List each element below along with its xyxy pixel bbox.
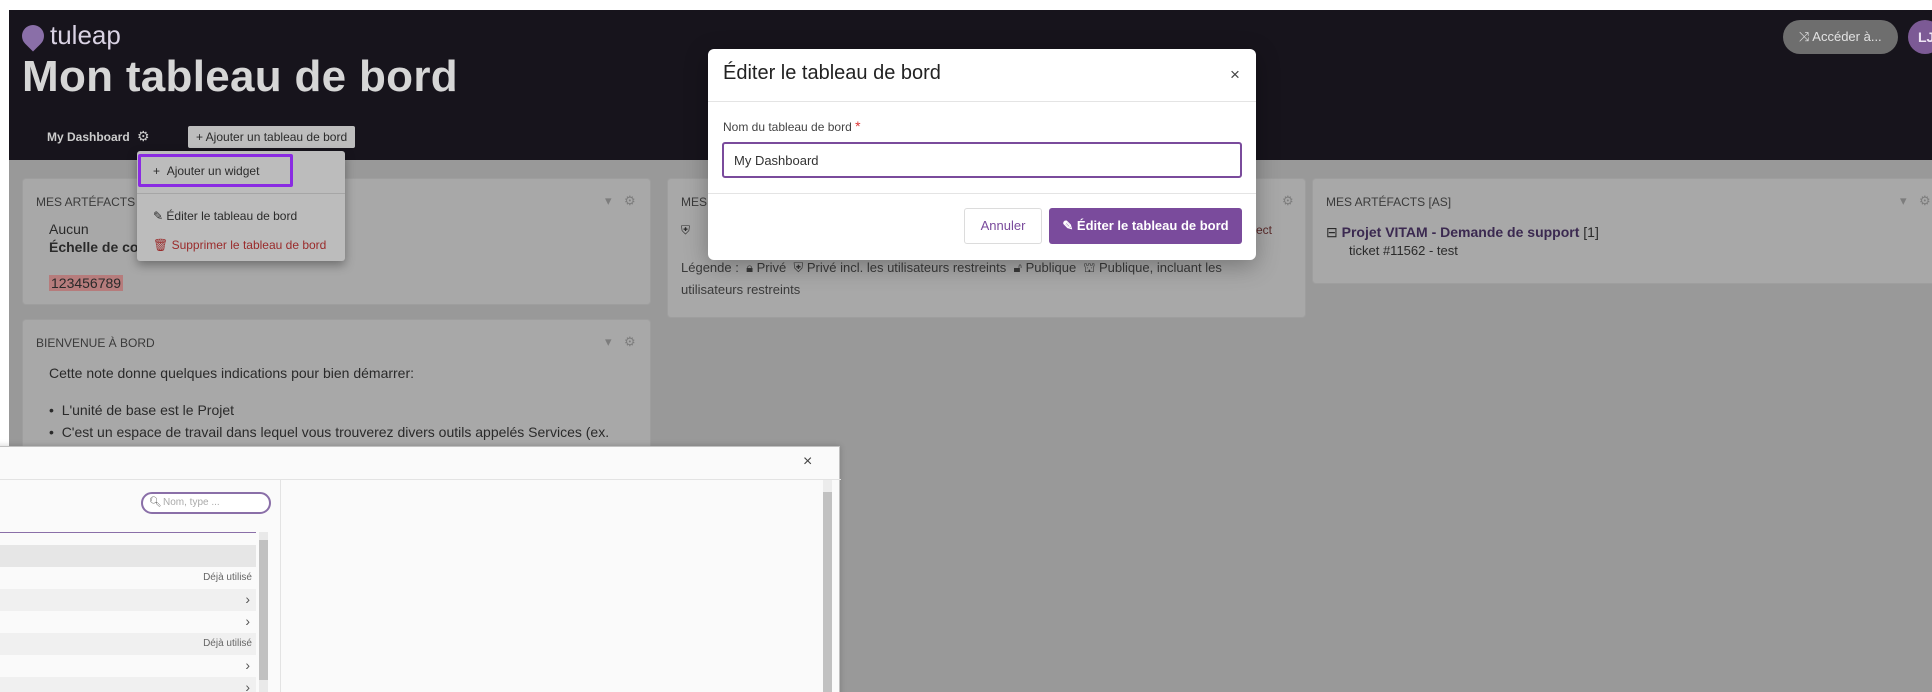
tab-my-dashboard[interactable]: My Dashboard (47, 130, 130, 144)
welcome-intro: Cette note donne quelques indications po… (49, 365, 415, 381)
legend-public-restricted: Publique, incluant les (1099, 260, 1222, 275)
restricted-lock-icon: ⛨ (789, 260, 804, 275)
menu-item-add-widget[interactable]: + Ajouter un widget (153, 164, 259, 178)
legend-private-restricted: Privé incl. les utilisateurs restreints (806, 260, 1007, 275)
dashboard-name-input[interactable] (722, 142, 1242, 178)
menu-item-edit-dashboard[interactable]: ✎ Éditer le tableau de bord (153, 209, 297, 223)
artifact-count: [1] (1583, 224, 1599, 240)
widget-text-bold: Échelle de co (49, 239, 139, 255)
widget-title: MES ARTÉFACTS [AS] (1326, 195, 1452, 209)
public-restricted-icon: ⛫ (1079, 260, 1096, 275)
edit-dashboard-modal: Éditer le tableau de bord × Nom du table… (708, 49, 1256, 260)
dashboard-menu: + Ajouter un widget ✎ Éditer le tableau … (137, 151, 345, 261)
gear-icon[interactable]: ⚙ (624, 193, 636, 209)
project-row[interactable]: ⊟ Projet VITAM - Demande de support [1] (1326, 224, 1599, 241)
menu-divider (137, 193, 345, 194)
collapse-icon[interactable]: ⊟ (1326, 224, 1338, 240)
list-item[interactable]: › (0, 589, 256, 611)
field-label: Nom du tableau de bord * (723, 118, 861, 134)
list-item[interactable]: Déjà utilisé (0, 567, 256, 589)
shuffle-icon: ⤨ (1799, 29, 1813, 44)
logo-text: tuleap (50, 20, 121, 50)
widget-text: Aucun (49, 221, 89, 237)
welcome-bullet: • L'unité de base est le Projet (49, 402, 235, 418)
modal-divider (708, 193, 1256, 194)
chevron-right-icon: › (245, 591, 250, 607)
widget-search-input[interactable]: 🔍︎ Nom, type ... (141, 492, 271, 514)
scrollbar-thumb[interactable] (259, 540, 268, 680)
preview-scrollbar[interactable] (823, 480, 832, 692)
search-icon: 🔍︎ (149, 497, 162, 508)
widget-title: MES (681, 195, 708, 209)
close-icon[interactable]: × (803, 453, 812, 471)
chevron-right-icon: › (245, 679, 250, 692)
list-item[interactable]: Déjà utilisé (0, 633, 256, 655)
switch-to-button[interactable]: ⤨ Accéder à... (1783, 20, 1898, 54)
widget-my-artifacts-as: MES ARTÉFACTS [AS] ▾ ⚙ ⊟ Projet VITAM - … (1313, 179, 1932, 283)
add-dashboard-button[interactable]: + Ajouter un tableau de bord (188, 126, 356, 148)
widget-title: MES ARTÉFACTS (36, 195, 136, 209)
welcome-bullet: • C'est un espace de travail dans lequel… (49, 424, 610, 440)
lock-icon: 🔒︎ (742, 260, 753, 275)
chevron-down-icon[interactable]: ▾ (1900, 193, 1907, 209)
add-widget-modal: × 🔍︎ Nom, type ... Déjà utilisé › › Déjà… (0, 446, 841, 692)
legend-private: Privé (756, 260, 787, 275)
dashboard-gear-icon[interactable]: ⚙ (137, 128, 150, 145)
widget-list-panel: 🔍︎ Nom, type ... Déjà utilisé › › Déjà u… (0, 480, 281, 692)
unlock-icon: 🔓︎ (1009, 260, 1022, 275)
gear-icon[interactable]: ⚙ (624, 334, 636, 350)
widget-title: BIENVENUE À BORD (36, 336, 155, 350)
close-icon[interactable]: × (1230, 65, 1240, 85)
search-placeholder: Nom, type ... (163, 497, 220, 508)
ticket-link[interactable]: ticket #11562 - test (1349, 243, 1458, 258)
avatar[interactable]: LJ (1908, 20, 1932, 54)
highlighted-value: 123456789 (49, 275, 124, 291)
list-top-border (0, 532, 256, 533)
screen: tuleap Mon tableau de bord My Dashboard … (0, 10, 1932, 692)
cancel-button[interactable]: Annuler (964, 208, 1042, 244)
trash-icon: 🗑︎ (153, 238, 172, 252)
project-link-truncated[interactable]: ect (1256, 223, 1272, 237)
list-item[interactable]: › (0, 611, 256, 633)
edit-dashboard-submit-button[interactable]: ✎ Éditer le tableau de bord (1049, 208, 1242, 244)
modal-divider (708, 101, 1256, 102)
project-link[interactable]: Projet VITAM - Demande de support (1342, 224, 1580, 240)
restricted-icon: ⛨ (681, 223, 691, 237)
tuleap-logo[interactable]: tuleap (17, 19, 121, 52)
list-item[interactable]: › (0, 677, 256, 692)
switch-to-label: Accéder à... (1812, 29, 1882, 44)
pencil-icon: ✎ (1062, 218, 1077, 233)
page-title: Mon tableau de bord (22, 52, 458, 101)
required-mark: * (855, 118, 861, 134)
legend-prefix: Légende : (681, 260, 739, 275)
pencil-icon: ✎ (153, 209, 167, 223)
chevron-down-icon[interactable]: ▾ (605, 193, 612, 209)
chevron-right-icon: › (245, 613, 250, 629)
legend: Légende : 🔒︎ Privé ⛨ Privé incl. les uti… (681, 257, 1222, 279)
legend-public: Publique (1025, 260, 1077, 275)
plus-icon: + (153, 164, 167, 178)
chevron-down-icon[interactable]: ▾ (605, 334, 612, 350)
scrollbar-thumb[interactable] (823, 492, 832, 692)
legend-continued: utilisateurs restreints (681, 282, 801, 297)
list-scrollbar[interactable] (259, 532, 268, 692)
list-category-header (0, 545, 256, 567)
chevron-right-icon: › (245, 657, 250, 673)
gear-icon[interactable]: ⚙ (1282, 193, 1294, 209)
modal-title: Éditer le tableau de bord (723, 62, 941, 84)
menu-item-delete-dashboard[interactable]: 🗑︎ Supprimer le tableau de bord (153, 238, 326, 252)
tuleap-logo-icon (17, 19, 49, 52)
list-item[interactable]: › (0, 655, 256, 677)
gear-icon[interactable]: ⚙ (1919, 193, 1931, 209)
